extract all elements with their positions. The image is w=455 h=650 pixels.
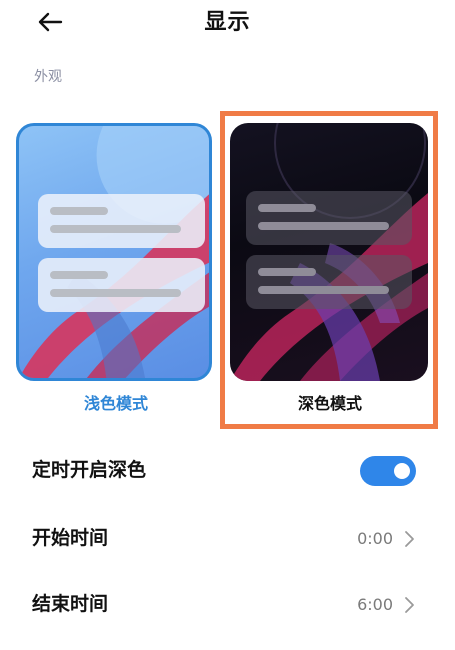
dark-mode-label[interactable]: 深色模式 <box>230 393 430 415</box>
end-time-label: 结束时间 <box>32 593 109 615</box>
schedule-dark-row[interactable]: 定时开启深色 <box>0 446 455 494</box>
light-mode-preview[interactable] <box>16 123 212 381</box>
preview-line <box>258 286 389 294</box>
start-time-label: 开始时间 <box>32 527 109 549</box>
preview-line <box>258 268 316 276</box>
section-label-appearance: 外观 <box>34 69 62 85</box>
dark-mode-preview[interactable] <box>230 123 428 381</box>
start-time-row[interactable]: 开始时间 0:00 <box>0 514 455 562</box>
preview-notification-card <box>246 191 412 245</box>
header: 显示 <box>0 0 455 48</box>
chevron-right-icon <box>403 530 415 548</box>
schedule-dark-label: 定时开启深色 <box>32 459 147 481</box>
preview-line <box>50 289 181 297</box>
preview-line <box>258 204 316 212</box>
end-time-value: 6:00 <box>357 595 393 614</box>
chevron-right-icon <box>403 596 415 614</box>
end-time-row[interactable]: 结束时间 6:00 <box>0 580 455 628</box>
preview-line <box>50 207 108 215</box>
preview-notification-card <box>38 258 205 312</box>
schedule-dark-toggle[interactable] <box>360 456 416 486</box>
toggle-knob <box>394 463 410 479</box>
page-title: 显示 <box>204 10 251 35</box>
preview-notification-card <box>38 194 205 248</box>
light-wallpaper <box>19 126 209 378</box>
preview-line <box>50 271 108 279</box>
preview-line <box>258 222 389 230</box>
preview-notification-card <box>246 255 412 309</box>
preview-line <box>50 225 181 233</box>
dark-wallpaper <box>230 123 428 381</box>
start-time-value: 0:00 <box>357 529 393 548</box>
light-mode-label[interactable]: 浅色模式 <box>16 393 216 415</box>
